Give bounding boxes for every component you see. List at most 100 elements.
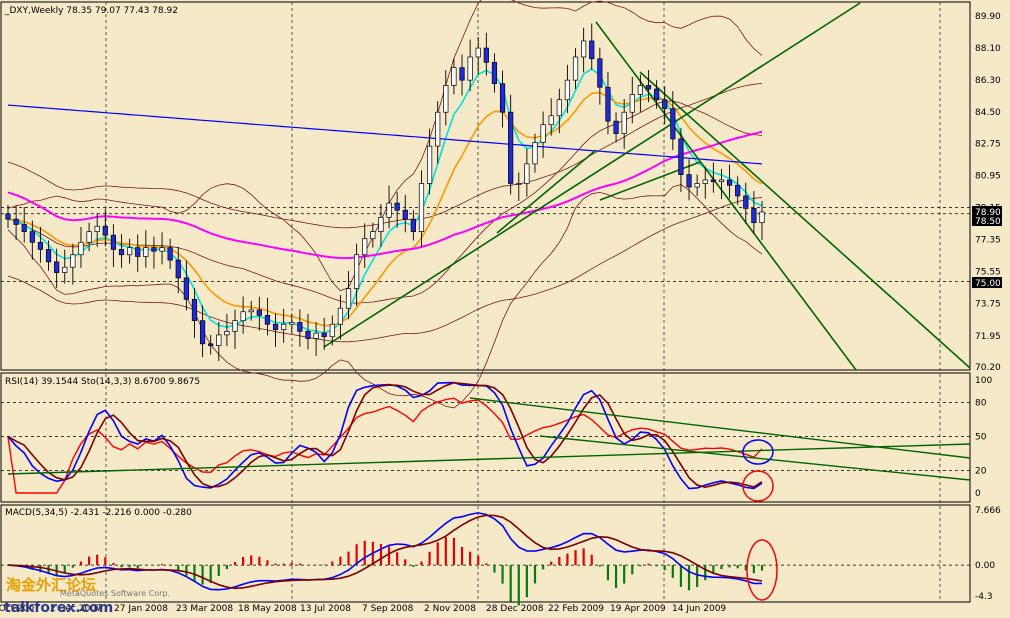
candle-body	[54, 261, 60, 273]
candle-body	[102, 225, 108, 236]
x-tick-label: 23 Mar 2008	[176, 604, 233, 614]
candle-body	[402, 209, 408, 220]
x-tick-label: 18 May 2008	[238, 604, 297, 614]
candle-body	[426, 145, 433, 184]
candle-body	[645, 85, 652, 90]
candle-body	[516, 183, 522, 185]
candle-body	[532, 142, 538, 165]
candle-body	[248, 309, 254, 313]
candle-body	[556, 99, 562, 117]
candle-body	[151, 247, 157, 252]
candle-body	[370, 231, 376, 240]
x-tick-label: 2 Nov 2008	[424, 604, 476, 614]
watermark-copyright: MetaQuotes Software Corp.	[60, 589, 170, 598]
y-tick-label: 88.10	[975, 44, 1001, 54]
candlesticks	[5, 23, 765, 361]
candle-body	[5, 213, 11, 220]
candle-body	[199, 320, 206, 345]
candle-body	[589, 40, 595, 60]
candle-body	[272, 323, 279, 330]
candle-body	[467, 56, 473, 81]
candle-body	[143, 247, 149, 257]
candle-body	[435, 111, 441, 147]
candle-body	[216, 334, 222, 346]
candle-body	[524, 163, 530, 184]
y-tick-label: 75.55	[975, 268, 1001, 278]
candle-body	[418, 183, 425, 232]
rsi-tick-label: 80	[975, 399, 987, 409]
y-tick-label: 82.75	[975, 139, 1001, 149]
candle-body	[313, 332, 319, 339]
candle-body	[443, 85, 449, 113]
candle-body	[13, 218, 19, 225]
rsi-series	[7, 381, 971, 494]
candle-body	[654, 88, 660, 101]
candle-body	[289, 322, 295, 325]
ma-cyan	[7, 67, 763, 334]
candle-body	[743, 195, 749, 209]
candle-body	[224, 331, 230, 336]
macd-header: MACD(5,34,5) -2.431 -2.216 0.000 -0.280	[5, 508, 192, 518]
candle-body	[86, 231, 92, 243]
candle-body	[394, 202, 400, 211]
candle-body	[208, 343, 214, 346]
x-tick-label: 28 Dec 2008	[486, 604, 544, 614]
trading-chart: 89.9088.1086.3084.5082.7580.9579.1577.35…	[0, 0, 1002, 616]
candle-body	[45, 249, 52, 263]
candle-body	[475, 47, 481, 58]
candle-body	[759, 211, 765, 224]
price-tag-bid: 78.50	[975, 217, 1001, 227]
candle-body	[321, 332, 327, 338]
candle-body	[629, 94, 635, 113]
candle-body	[621, 111, 627, 134]
candle-body	[297, 322, 303, 332]
rsi-trendline-lower	[539, 435, 971, 481]
candle-body	[167, 247, 173, 261]
candle-body	[735, 184, 741, 197]
candle-body	[378, 216, 384, 232]
candle-body	[410, 218, 416, 232]
candle-body	[135, 247, 141, 257]
rsi-tick-label: 0	[975, 489, 981, 499]
candle-body	[726, 179, 733, 186]
candle-body	[451, 67, 457, 86]
candle-body	[459, 67, 465, 81]
candle-body	[386, 202, 392, 218]
candle-body	[37, 241, 44, 250]
candle-body	[21, 224, 27, 232]
candle-body	[686, 174, 692, 188]
candle-body	[581, 40, 587, 58]
candle-body	[694, 183, 700, 188]
y-tick-label: 71.95	[975, 332, 1001, 342]
trendline-2	[639, 71, 971, 369]
candle-body	[159, 247, 165, 252]
watermark-site: talkforex.com	[4, 600, 113, 616]
candle-body	[662, 99, 668, 109]
candle-body	[548, 115, 554, 126]
candle-body	[572, 56, 579, 81]
candle-body	[305, 331, 311, 339]
candle-body	[354, 254, 360, 289]
y-tick-label: 89.90	[975, 12, 1001, 22]
y-tick-label: 84.50	[975, 108, 1001, 118]
rsi-header: RSI(14) 39.1544 Sto(14,3,3) 8.6700 9.867…	[5, 377, 200, 387]
candle-body	[613, 120, 619, 134]
candle-body	[329, 323, 335, 338]
macd-panel	[0, 504, 971, 603]
candle-body	[345, 288, 352, 309]
y-tick-label: 86.30	[975, 76, 1001, 86]
bollinger-bands	[7, 0, 763, 409]
candle-body	[605, 86, 611, 122]
candle-body	[499, 83, 506, 113]
rsi-line	[7, 397, 763, 494]
macd-tick-label: -4.3	[975, 592, 993, 602]
trendline-1	[595, 21, 857, 371]
y-tick-label: 73.75	[975, 300, 1001, 310]
candle-body	[597, 58, 603, 88]
rsi-panel	[0, 372, 971, 503]
y-tick-label: 77.35	[975, 236, 1001, 246]
level-tag: 75.00	[975, 279, 1001, 289]
candle-body	[710, 179, 716, 183]
ma-orange	[7, 91, 763, 327]
x-tick-label: 22 Feb 2009	[548, 604, 604, 614]
